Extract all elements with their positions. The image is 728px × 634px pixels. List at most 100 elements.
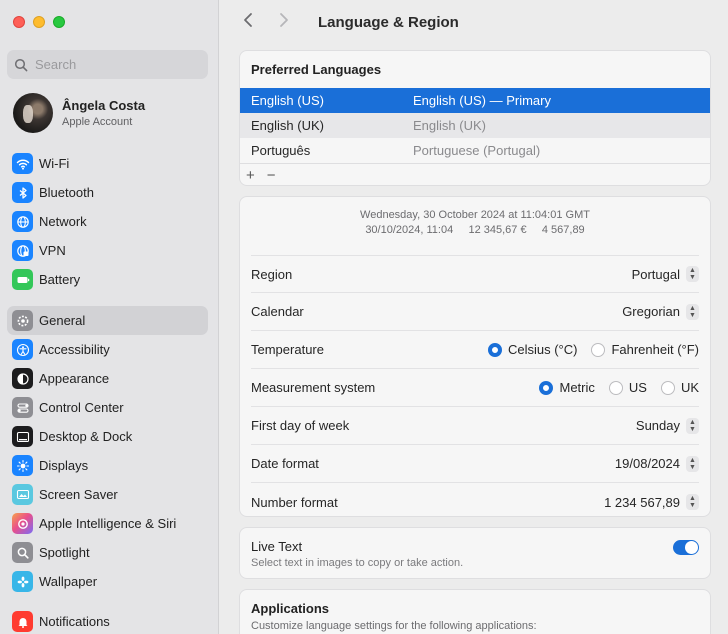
window-controls xyxy=(13,16,65,28)
date-format-label: Date format xyxy=(251,456,319,471)
accessibility-icon xyxy=(12,339,33,360)
live-text-subtitle: Select text in images to copy or take ac… xyxy=(251,557,464,569)
sidebar-item-bluetooth[interactable]: Bluetooth xyxy=(7,178,208,207)
region-row: Region Portugal ▲ ▼ xyxy=(251,255,699,293)
updown-chevron-icon: ▲ ▼ xyxy=(686,417,699,434)
language-list-controls: + − xyxy=(240,163,710,185)
uk-radio[interactable]: UK xyxy=(660,380,699,395)
main-pane: Language & Region Preferred Languages En… xyxy=(220,0,728,634)
sidebar-item-label: Control Center xyxy=(39,400,124,415)
remove-language-button[interactable]: − xyxy=(267,167,276,184)
sidebar-item-displays[interactable]: Displays xyxy=(7,451,208,480)
add-language-button[interactable]: + xyxy=(246,167,255,184)
sidebar-item-general[interactable]: General xyxy=(7,306,208,335)
bell-icon xyxy=(12,611,33,632)
metric-radio[interactable]: Metric xyxy=(539,380,595,395)
sidebar-item-network[interactable]: Network xyxy=(7,207,208,236)
calendar-label: Calendar xyxy=(251,304,304,319)
sun-icon xyxy=(12,455,33,476)
battery-icon xyxy=(12,269,33,290)
chevron-left-icon xyxy=(244,13,252,27)
language-detail: English (US) — Primary xyxy=(413,93,551,108)
sidebar-group-network: Wi-Fi Bluetooth Network VPN Battery xyxy=(7,149,208,294)
sidebar-item-spotlight[interactable]: Spotlight xyxy=(7,538,208,567)
sidebar-item-wifi[interactable]: Wi-Fi xyxy=(7,149,208,178)
sidebar-item-label: Accessibility xyxy=(39,342,110,357)
close-window-button[interactable] xyxy=(13,16,25,28)
radio-unselected-icon xyxy=(608,380,623,395)
language-row[interactable]: Português Portuguese (Portugal) xyxy=(240,138,710,163)
vpn-icon xyxy=(12,240,33,261)
us-label: US xyxy=(628,380,647,395)
first-day-popup[interactable]: Sunday ▲ ▼ xyxy=(635,417,699,434)
sidebar-item-desktop-dock[interactable]: Desktop & Dock xyxy=(7,422,208,451)
apple-account[interactable]: Ângela Costa Apple Account xyxy=(13,93,145,133)
sidebar-item-notifications[interactable]: Notifications xyxy=(7,607,208,634)
account-name: Ângela Costa xyxy=(62,98,146,113)
calendar-row: Calendar Gregorian ▲ ▼ xyxy=(251,293,699,331)
fahrenheit-label: Fahrenheit (°F) xyxy=(611,342,699,357)
number-format-label: Number format xyxy=(251,494,338,510)
sidebar-item-label: General xyxy=(39,313,86,328)
updown-chevron-icon: ▲ ▼ xyxy=(686,303,699,320)
date-format-popup[interactable]: 19/08/2024 ▲ ▼ xyxy=(615,455,699,472)
temperature-row: Temperature Celsius (°C) Fahrenheit (°F) xyxy=(251,331,699,369)
number-format-row: Number format 1 234 567,89 ▲ ▼ xyxy=(251,483,699,516)
celsius-radio[interactable]: Celsius (°C) xyxy=(487,342,578,357)
applications-title: Applications xyxy=(251,601,330,616)
updown-chevron-icon: ▲ ▼ xyxy=(686,455,699,472)
sidebar-item-label: Notifications xyxy=(39,614,110,629)
sidebar-item-vpn[interactable]: VPN xyxy=(7,236,208,265)
measurement-radio-group: Metric US UK xyxy=(539,380,699,395)
radio-selected-icon xyxy=(539,380,554,395)
first-day-row: First day of week Sunday ▲ ▼ xyxy=(251,407,699,445)
minimize-window-button[interactable] xyxy=(33,16,45,28)
updown-chevron-icon: ▲ ▼ xyxy=(686,494,699,510)
fahrenheit-radio[interactable]: Fahrenheit (°F) xyxy=(591,342,699,357)
region-popup[interactable]: Portugal ▲ ▼ xyxy=(632,266,699,282)
sidebar-item-apple-intelligence-siri[interactable]: Apple Intelligence & Siri xyxy=(7,509,208,538)
radio-unselected-icon xyxy=(660,380,675,395)
sidebar-item-appearance[interactable]: Appearance xyxy=(7,364,208,393)
language-row[interactable]: English (US) English (US) — Primary xyxy=(240,88,710,113)
sidebar-item-label: Screen Saver xyxy=(39,487,118,502)
first-day-value: Sunday xyxy=(635,418,680,433)
temperature-radio-group: Celsius (°C) Fahrenheit (°F) xyxy=(487,342,699,357)
celsius-label: Celsius (°C) xyxy=(507,342,578,357)
applications-subtitle: Customize language settings for the foll… xyxy=(251,620,537,632)
gear-icon xyxy=(12,310,33,331)
back-button[interactable] xyxy=(240,12,256,33)
number-format-popup[interactable]: 1 234 567,89 ▲ ▼ xyxy=(604,494,699,510)
sidebar-item-accessibility[interactable]: Accessibility xyxy=(7,335,208,364)
forward-button[interactable] xyxy=(276,12,292,33)
live-text-panel: Live Text Select text in images to copy … xyxy=(239,527,711,579)
search-field[interactable]: Search xyxy=(7,50,208,79)
account-subtitle: Apple Account xyxy=(62,116,133,128)
bluetooth-icon xyxy=(12,182,33,203)
sidebar-group-notifications: Notifications xyxy=(7,607,208,634)
sidebar-item-wallpaper[interactable]: Wallpaper xyxy=(7,567,208,596)
sidebar-item-screen-saver[interactable]: Screen Saver xyxy=(7,480,208,509)
calendar-value: Gregorian xyxy=(622,304,680,319)
region-label: Region xyxy=(251,266,293,282)
language-row[interactable]: English (UK) English (UK) xyxy=(240,113,710,138)
calendar-popup[interactable]: Gregorian ▲ ▼ xyxy=(622,303,699,320)
applications-panel: Applications Customize language settings… xyxy=(239,589,711,634)
live-text-toggle[interactable] xyxy=(673,540,699,555)
sidebar-item-control-center[interactable]: Control Center xyxy=(7,393,208,422)
format-preview-numbers: 30/10/2024, 11:04 12 345,67 € 4 567,89 xyxy=(365,224,585,236)
measurement-row: Measurement system Metric US UK xyxy=(251,369,699,407)
us-radio[interactable]: US xyxy=(608,380,647,395)
language-detail: Portuguese (Portugal) xyxy=(413,143,541,158)
zoom-window-button[interactable] xyxy=(53,16,65,28)
radio-unselected-icon xyxy=(591,342,606,357)
sidebar: Search Ângela Costa Apple Account Wi-Fi … xyxy=(0,0,219,634)
screen-saver-icon xyxy=(12,484,33,505)
language-name: English (US) xyxy=(251,93,324,108)
measurement-label: Measurement system xyxy=(251,380,376,395)
appearance-icon xyxy=(12,368,33,389)
sidebar-item-label: Displays xyxy=(39,458,89,473)
live-text-title: Live Text xyxy=(251,539,303,554)
sidebar-item-label: Appearance xyxy=(39,371,110,386)
sidebar-item-battery[interactable]: Battery xyxy=(7,265,208,294)
